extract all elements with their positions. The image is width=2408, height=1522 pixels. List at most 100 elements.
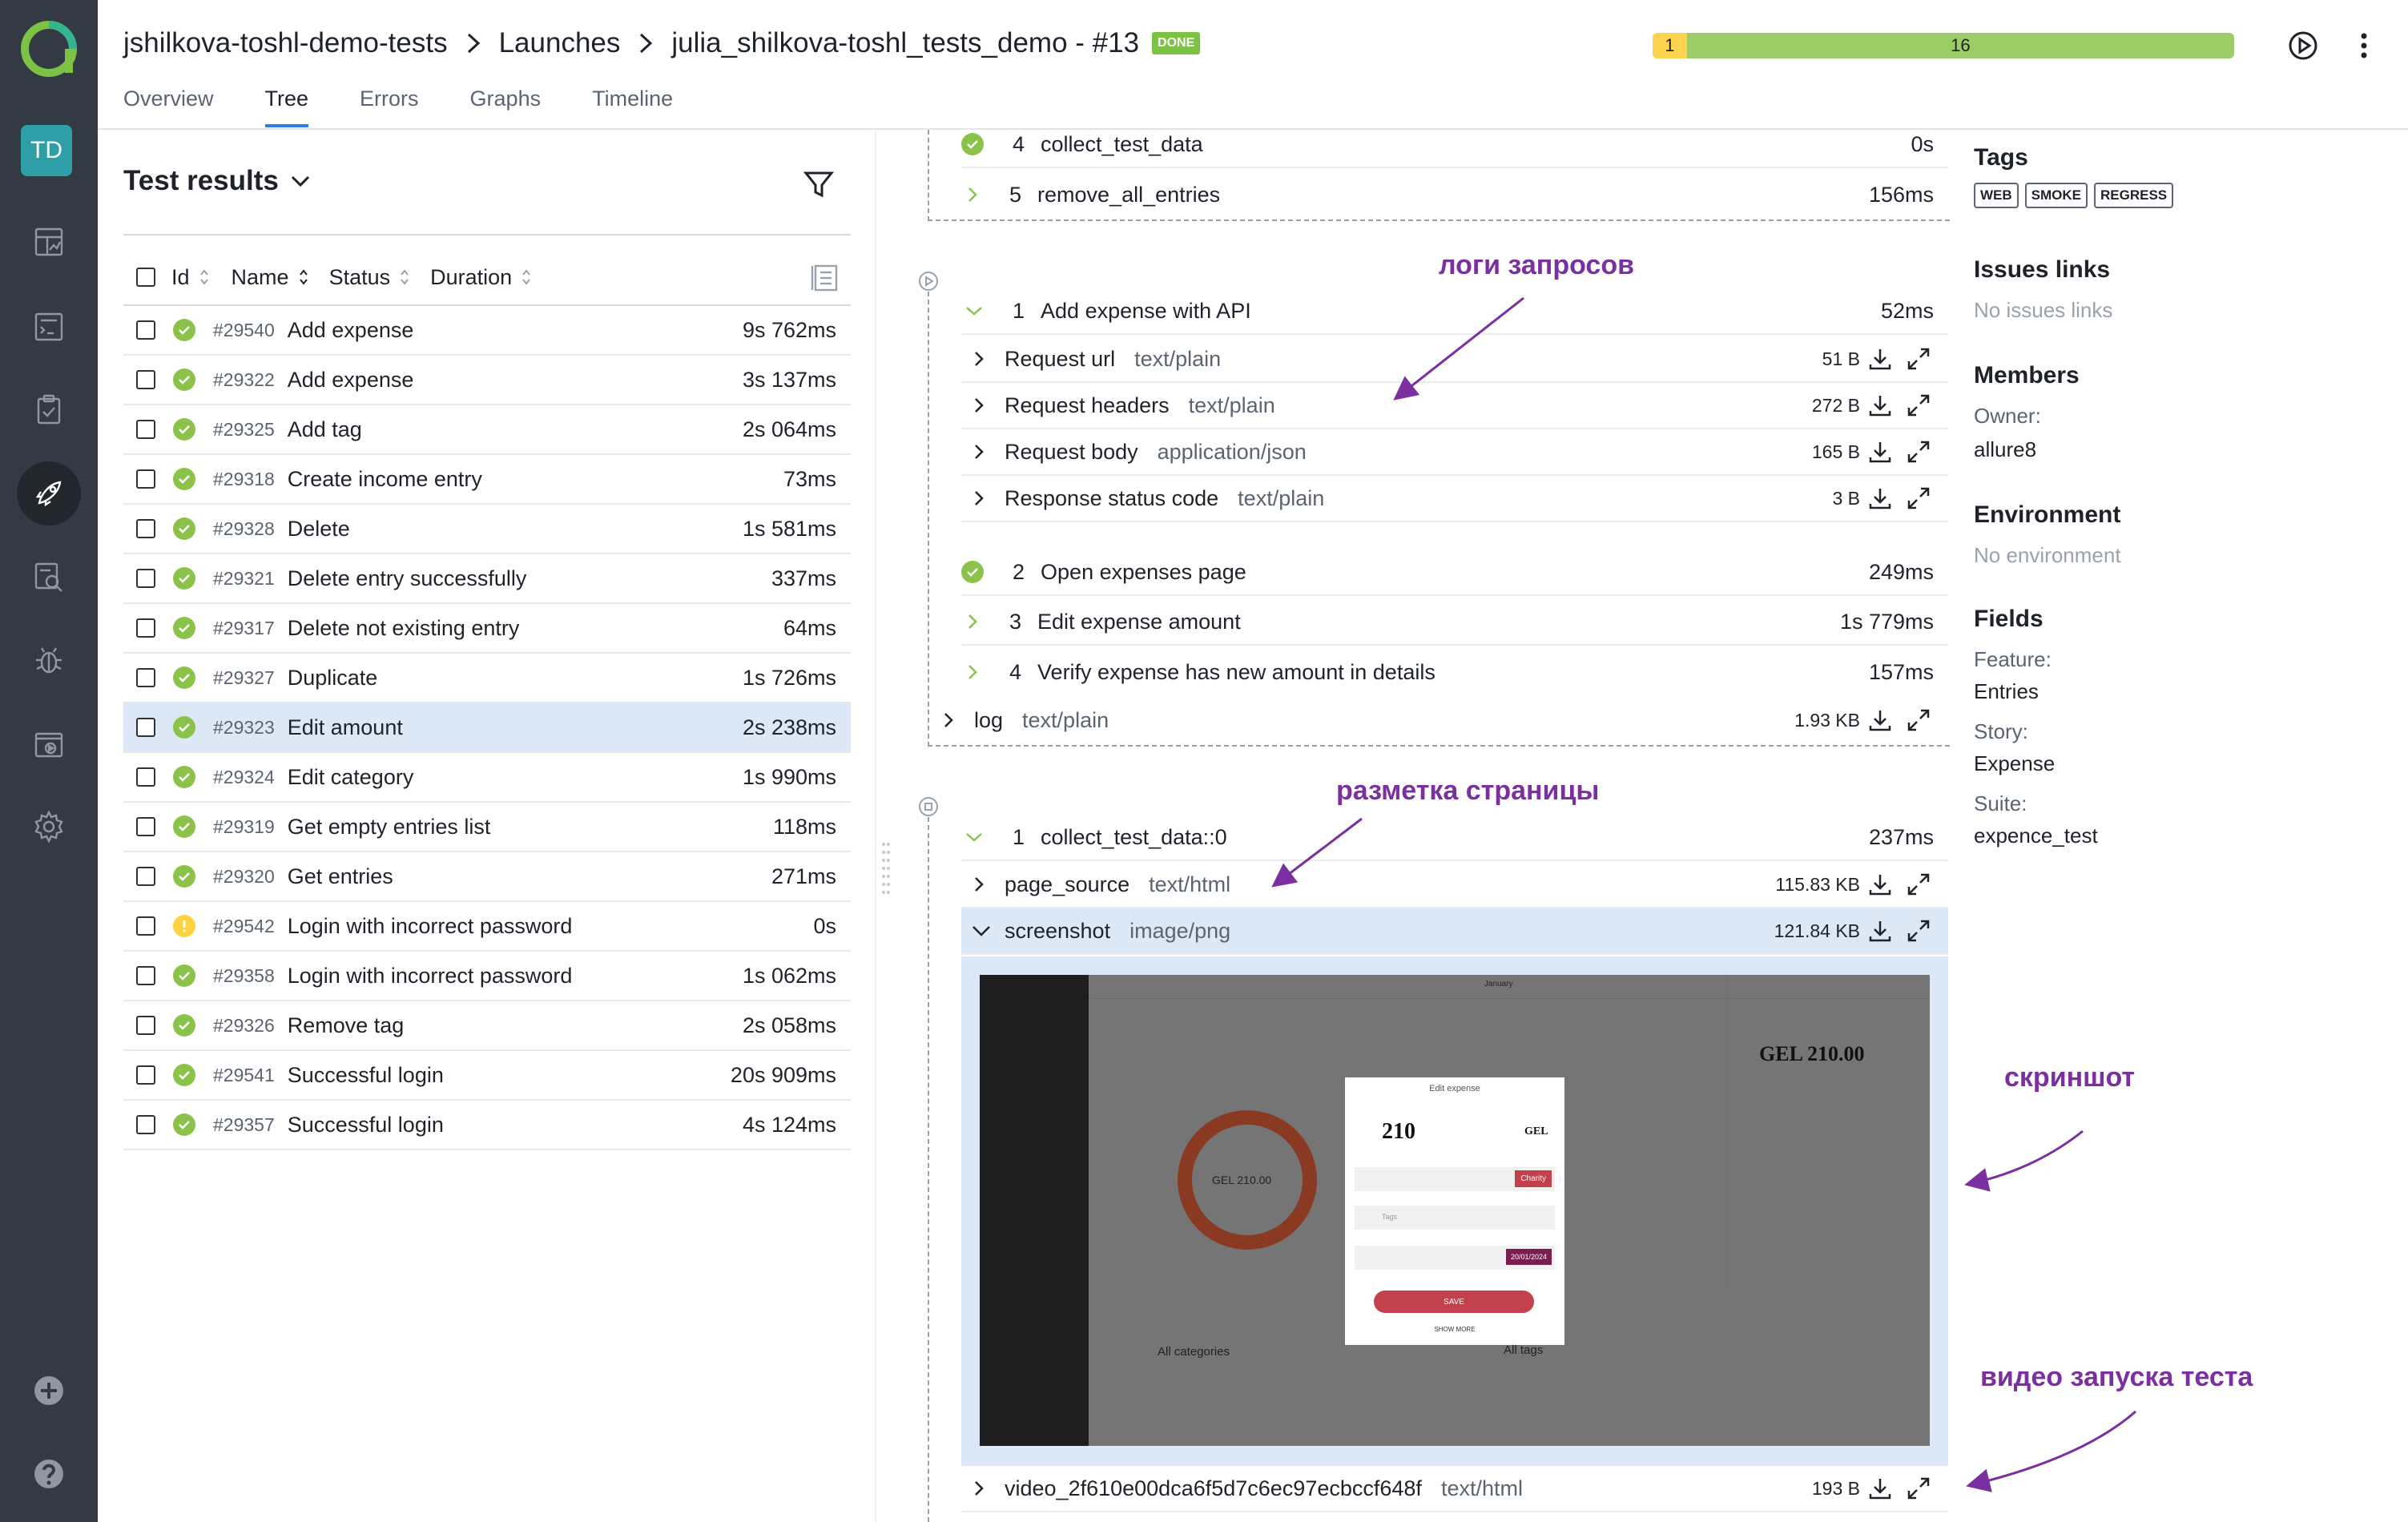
row-checkbox[interactable] <box>136 966 155 985</box>
jobs-icon[interactable] <box>17 711 81 775</box>
columns-settings-icon[interactable] <box>811 263 840 293</box>
row-checkbox[interactable] <box>136 916 155 936</box>
attachment-row[interactable]: Request url text/plain 51 B <box>961 336 1948 383</box>
defects-icon[interactable] <box>17 628 81 692</box>
expand-icon[interactable] <box>1907 872 1931 896</box>
analytics-icon[interactable] <box>17 545 81 609</box>
tab-errors[interactable]: Errors <box>360 87 419 127</box>
row-checkbox[interactable] <box>136 569 155 588</box>
table-row[interactable]: #29325 Add tag 2s 064ms <box>123 405 851 455</box>
tab-graphs[interactable]: Graphs <box>470 87 542 127</box>
download-icon[interactable] <box>1868 440 1892 464</box>
tab-timeline[interactable]: Timeline <box>592 87 673 127</box>
download-icon[interactable] <box>1868 919 1892 943</box>
help-icon[interactable] <box>17 1442 81 1506</box>
tag-smoke[interactable]: SMOKE <box>2024 183 2088 208</box>
row-checkbox[interactable] <box>136 1065 155 1085</box>
tab-overview[interactable]: Overview <box>123 87 214 127</box>
dashboards-icon[interactable] <box>17 210 81 274</box>
log-attachment[interactable]: log text/plain 1.93 KB <box>929 697 1948 743</box>
step-row[interactable]: 1 Add expense with API 52ms <box>961 288 1948 335</box>
table-row[interactable]: #29357 Successful login 4s 124ms <box>123 1101 851 1150</box>
avatar[interactable]: TD <box>21 125 72 176</box>
table-row[interactable]: #29542 Login with incorrect password 0s <box>123 902 851 952</box>
download-icon[interactable] <box>1868 393 1892 417</box>
table-row[interactable]: #29320 Get entries 271ms <box>123 852 851 902</box>
expand-icon[interactable] <box>1907 1476 1931 1500</box>
table-row[interactable]: #29324 Edit category 1s 990ms <box>123 753 851 803</box>
sort-icon[interactable] <box>400 268 409 286</box>
step-row[interactable]: 5 remove_all_entries 156ms <box>961 171 1948 218</box>
filter-icon[interactable] <box>803 168 835 200</box>
table-row[interactable]: #29318 Create income entry 73ms <box>123 455 851 505</box>
row-checkbox[interactable] <box>136 668 155 687</box>
column-duration[interactable]: Duration <box>430 265 512 290</box>
table-row[interactable]: #29326 Remove tag 2s 058ms <box>123 1001 851 1051</box>
step-row[interactable]: 2 Open expenses page 249ms <box>961 550 1948 596</box>
row-checkbox[interactable] <box>136 370 155 389</box>
step-row[interactable]: 4 collect_test_data 0s <box>961 122 1948 168</box>
row-checkbox[interactable] <box>136 420 155 439</box>
step-row[interactable]: 3 Edit expense amount 1s 779ms <box>961 599 1948 646</box>
row-checkbox[interactable] <box>136 817 155 836</box>
add-icon[interactable] <box>17 1359 81 1423</box>
table-row[interactable]: #29321 Delete entry successfully 337ms <box>123 554 851 604</box>
column-name[interactable]: Name <box>232 265 289 290</box>
row-checkbox[interactable] <box>136 618 155 638</box>
row-checkbox[interactable] <box>136 1016 155 1035</box>
attachment-row[interactable]: Response status code text/plain 3 B <box>961 476 1948 522</box>
expand-icon[interactable] <box>1907 486 1931 510</box>
table-row[interactable]: #29540 Add expense 9s 762ms <box>123 306 851 356</box>
screenshot-image[interactable]: January GEL 210.00 GEL 210.00 All catego… <box>980 975 1930 1446</box>
sort-icon[interactable] <box>299 268 308 286</box>
download-icon[interactable] <box>1868 872 1892 896</box>
attachment-row[interactable]: page_source text/html 115.83 KB <box>961 862 1948 908</box>
launches-icon[interactable] <box>17 461 81 525</box>
allure-logo-icon[interactable] <box>19 19 79 79</box>
attachment-row[interactable]: Request body application/json 165 B <box>961 429 1948 476</box>
table-row[interactable]: #29541 Successful login 20s 909ms <box>123 1051 851 1101</box>
select-all-checkbox[interactable] <box>136 268 155 287</box>
row-checkbox[interactable] <box>136 519 155 538</box>
sort-icon[interactable] <box>199 268 209 286</box>
step-row[interactable]: 1 collect_test_data::0 237ms <box>961 815 1948 861</box>
step-row[interactable]: 4 Verify expense has new amount in detail… <box>961 649 1948 695</box>
download-icon[interactable] <box>1868 708 1892 732</box>
tag-web[interactable]: WEB <box>1974 183 2019 208</box>
table-row[interactable]: #29358 Login with incorrect password 1s 06… <box>123 952 851 1001</box>
download-icon[interactable] <box>1868 1476 1892 1500</box>
tag-regress[interactable]: REGRESS <box>2094 183 2174 208</box>
table-row[interactable]: #29327 Duplicate 1s 726ms <box>123 654 851 703</box>
row-checkbox[interactable] <box>136 469 155 489</box>
attachment-row[interactable]: Request headers text/plain 272 B <box>961 383 1948 429</box>
breadcrumb-project[interactable]: jshilkova-toshl-demo-tests <box>123 27 448 59</box>
expand-icon[interactable] <box>1907 347 1931 371</box>
tab-tree[interactable]: Tree <box>264 87 309 127</box>
download-icon[interactable] <box>1868 486 1892 510</box>
test-results-title[interactable]: Test results <box>123 165 311 197</box>
resize-handle-icon[interactable] <box>881 840 891 904</box>
breadcrumb-launches[interactable]: Launches <box>499 27 621 59</box>
column-id[interactable]: Id <box>171 265 190 290</box>
expand-icon[interactable] <box>1907 440 1931 464</box>
settings-icon[interactable] <box>17 795 81 859</box>
play-icon[interactable] <box>2285 27 2321 64</box>
row-checkbox[interactable] <box>136 867 155 886</box>
row-checkbox[interactable] <box>136 767 155 787</box>
testcases-icon[interactable] <box>17 295 81 359</box>
sort-icon[interactable] <box>521 268 531 286</box>
testplans-icon[interactable] <box>17 378 81 442</box>
expand-icon[interactable] <box>1907 393 1931 417</box>
row-checkbox[interactable] <box>136 1115 155 1134</box>
attachment-row[interactable]: screenshot image/png 121.84 KB <box>961 908 1948 955</box>
table-row[interactable]: #29317 Delete not existing entry 64ms <box>123 604 851 654</box>
expand-icon[interactable] <box>1907 919 1931 943</box>
table-row[interactable]: #29319 Get empty entries list 118ms <box>123 803 851 852</box>
table-row[interactable]: #29322 Add expense 3s 137ms <box>123 356 851 405</box>
row-checkbox[interactable] <box>136 718 155 737</box>
table-row[interactable]: #29328 Delete 1s 581ms <box>123 505 851 554</box>
table-row[interactable]: #29323 Edit amount 2s 238ms <box>123 703 851 753</box>
row-checkbox[interactable] <box>136 320 155 340</box>
video-attachment[interactable]: video_2f610e00dca6f5d7c6ec97ecbccf648f t… <box>961 1466 1948 1512</box>
download-icon[interactable] <box>1868 347 1892 371</box>
